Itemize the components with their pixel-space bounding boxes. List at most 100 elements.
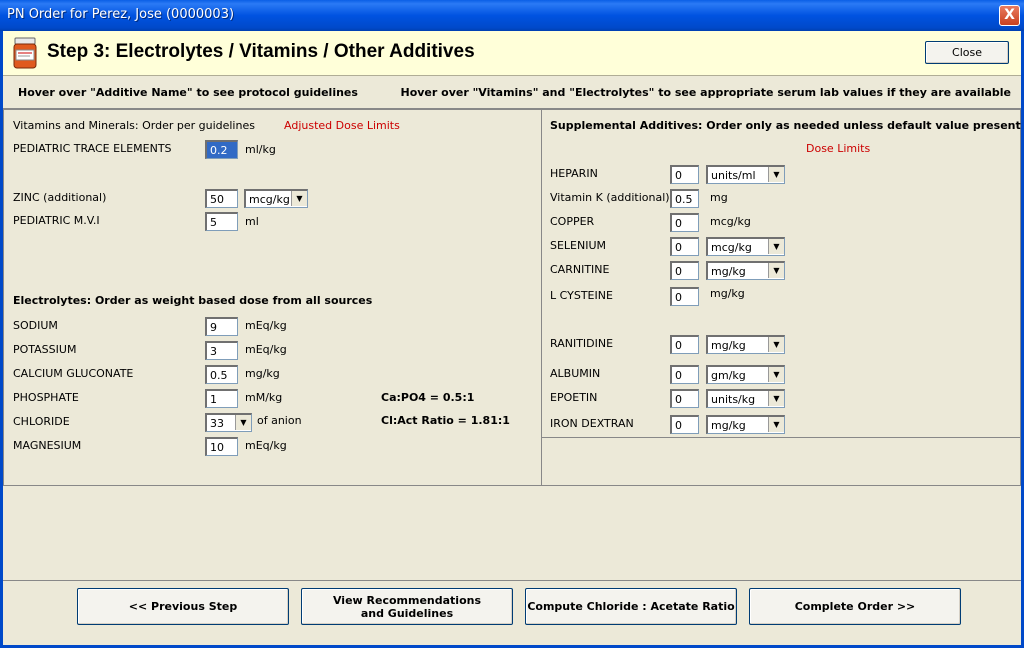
chevron-down-icon[interactable]: ▼	[768, 263, 784, 278]
unit-label: mEq/kg	[245, 439, 287, 452]
compute-ratio-button[interactable]: Compute Chloride : Acetate Ratio	[525, 588, 737, 625]
unit-label: mg/kg	[245, 367, 280, 380]
additive-name[interactable]: IRON DEXTRAN	[550, 417, 634, 430]
hint-serum-labs: Hover over "Vitamins" and "Electrolytes"…	[400, 86, 1011, 99]
carnitine-unit-select[interactable]: mg/kg ▼	[706, 261, 785, 280]
chevron-down-icon[interactable]: ▼	[768, 367, 784, 382]
vitamins-heading: Vitamins and Minerals: Order per guideli…	[13, 119, 255, 132]
additive-name[interactable]: MAGNESIUM	[13, 439, 81, 452]
window-title: PN Order for Perez, Jose (0000003)	[7, 7, 235, 22]
additive-name[interactable]: PEDIATRIC TRACE ELEMENTS	[13, 142, 172, 155]
additive-name[interactable]: CARNITINE	[550, 263, 609, 276]
sodium-input[interactable]: 9	[205, 317, 238, 336]
zinc-input[interactable]: 50	[205, 189, 238, 208]
unit-label: mg	[710, 191, 728, 204]
additive-name[interactable]: SODIUM	[13, 319, 58, 332]
chevron-down-icon[interactable]: ▼	[291, 191, 307, 206]
supplemental-panel: Supplemental Additives: Order only as ne…	[541, 109, 1021, 486]
unit-label: mEq/kg	[245, 343, 287, 356]
ranitidine-input[interactable]: 0	[670, 335, 699, 354]
select-value: units/ml	[711, 169, 756, 182]
previous-step-button[interactable]: << Previous Step	[77, 588, 289, 625]
select-value: 33	[210, 417, 224, 430]
additive-name[interactable]: L CYSTEINE	[550, 289, 613, 302]
footer-divider	[3, 580, 1021, 581]
select-value: mcg/kg	[249, 193, 290, 206]
unit-label: mg/kg	[710, 287, 745, 300]
additive-name[interactable]: SELENIUM	[550, 239, 606, 252]
iron-dextran-input[interactable]: 0	[670, 415, 699, 434]
additive-name[interactable]: EPOETIN	[550, 391, 597, 404]
selenium-unit-select[interactable]: mcg/kg ▼	[706, 237, 785, 256]
unit-label: mcg/kg	[710, 215, 751, 228]
select-value: mcg/kg	[711, 241, 752, 254]
additive-name[interactable]: COPPER	[550, 215, 594, 228]
close-button[interactable]: Close	[925, 41, 1009, 64]
carnitine-input[interactable]: 0	[670, 261, 699, 280]
additive-name[interactable]: PEDIATRIC M.V.I	[13, 214, 100, 227]
selenium-input[interactable]: 0	[670, 237, 699, 256]
unit-label: ml	[245, 215, 259, 228]
ca-po4-ratio: Ca:PO4 = 0.5:1	[381, 391, 475, 404]
hint-additive-name: Hover over "Additive Name" to see protoc…	[18, 86, 358, 99]
chevron-down-icon[interactable]: ▼	[768, 337, 784, 352]
select-value: mg/kg	[711, 339, 746, 352]
heparin-unit-select[interactable]: units/ml ▼	[706, 165, 785, 184]
hover-hints: Hover over "Additive Name" to see protoc…	[3, 76, 1021, 109]
vitamins-electrolytes-panel: Vitamins and Minerals: Order per guideli…	[3, 109, 542, 486]
chevron-down-icon[interactable]: ▼	[768, 239, 784, 254]
potassium-input[interactable]: 3	[205, 341, 238, 360]
copper-input[interactable]: 0	[670, 213, 699, 232]
divider	[542, 437, 1020, 438]
phosphate-input[interactable]: 1	[205, 389, 238, 408]
vitamin-k-input[interactable]: 0.5	[670, 189, 699, 208]
chevron-down-icon[interactable]: ▼	[768, 417, 784, 432]
additive-name[interactable]: ZINC (additional)	[13, 191, 106, 204]
select-value: mg/kg	[711, 419, 746, 432]
additive-name[interactable]: CALCIUM GLUCONATE	[13, 367, 133, 380]
select-value: units/kg	[711, 393, 756, 406]
zinc-unit-select[interactable]: mcg/kg ▼	[244, 189, 308, 208]
albumin-input[interactable]: 0	[670, 365, 699, 384]
supplemental-heading: Supplemental Additives: Order only as ne…	[550, 119, 1021, 132]
select-value: mg/kg	[711, 265, 746, 278]
magnesium-input[interactable]: 10	[205, 437, 238, 456]
epoetin-input[interactable]: 0	[670, 389, 699, 408]
unit-label: of anion	[257, 414, 302, 427]
heparin-input[interactable]: 0	[670, 165, 699, 184]
cl-act-ratio: Cl:Act Ratio = 1.81:1	[381, 414, 510, 427]
adjusted-dose-limits-label: Adjusted Dose Limits	[284, 119, 400, 132]
calcium-gluconate-input[interactable]: 0.5	[205, 365, 238, 384]
window-close-button[interactable]: X	[999, 5, 1020, 26]
dose-limits-label: Dose Limits	[806, 142, 871, 155]
unit-label: mEq/kg	[245, 319, 287, 332]
additive-name[interactable]: CHLORIDE	[13, 415, 70, 428]
step-header: Step 3: Electrolytes / Vitamins / Other …	[3, 31, 1021, 76]
additive-name[interactable]: ALBUMIN	[550, 367, 600, 380]
iron-dextran-unit-select[interactable]: mg/kg ▼	[706, 415, 785, 434]
select-value: gm/kg	[711, 369, 746, 382]
step-title: Step 3: Electrolytes / Vitamins / Other …	[47, 41, 475, 62]
ranitidine-unit-select[interactable]: mg/kg ▼	[706, 335, 785, 354]
view-recommendations-button[interactable]: View Recommendations and Guidelines	[301, 588, 513, 625]
additive-name[interactable]: RANITIDINE	[550, 337, 613, 350]
electrolytes-heading: Electrolytes: Order as weight based dose…	[13, 294, 373, 307]
window-body: Step 3: Electrolytes / Vitamins / Other …	[0, 31, 1024, 648]
chloride-select[interactable]: 33 ▼	[205, 413, 252, 432]
unit-label: ml/kg	[245, 143, 276, 156]
trace-elements-input[interactable]: 0.2	[205, 140, 238, 159]
complete-order-button[interactable]: Complete Order >>	[749, 588, 961, 625]
medicine-bottle-icon	[13, 37, 37, 69]
additive-name[interactable]: POTASSIUM	[13, 343, 76, 356]
l-cysteine-input[interactable]: 0	[670, 287, 699, 306]
epoetin-unit-select[interactable]: units/kg ▼	[706, 389, 785, 408]
additive-name[interactable]: Vitamin K (additional)	[550, 191, 670, 204]
additive-name[interactable]: HEPARIN	[550, 167, 598, 180]
albumin-unit-select[interactable]: gm/kg ▼	[706, 365, 785, 384]
chevron-down-icon[interactable]: ▼	[235, 415, 251, 430]
mvi-input[interactable]: 5	[205, 212, 238, 231]
title-bar: PN Order for Perez, Jose (0000003) X	[0, 0, 1024, 31]
chevron-down-icon[interactable]: ▼	[768, 391, 784, 406]
chevron-down-icon[interactable]: ▼	[768, 167, 784, 182]
additive-name[interactable]: PHOSPHATE	[13, 391, 79, 404]
